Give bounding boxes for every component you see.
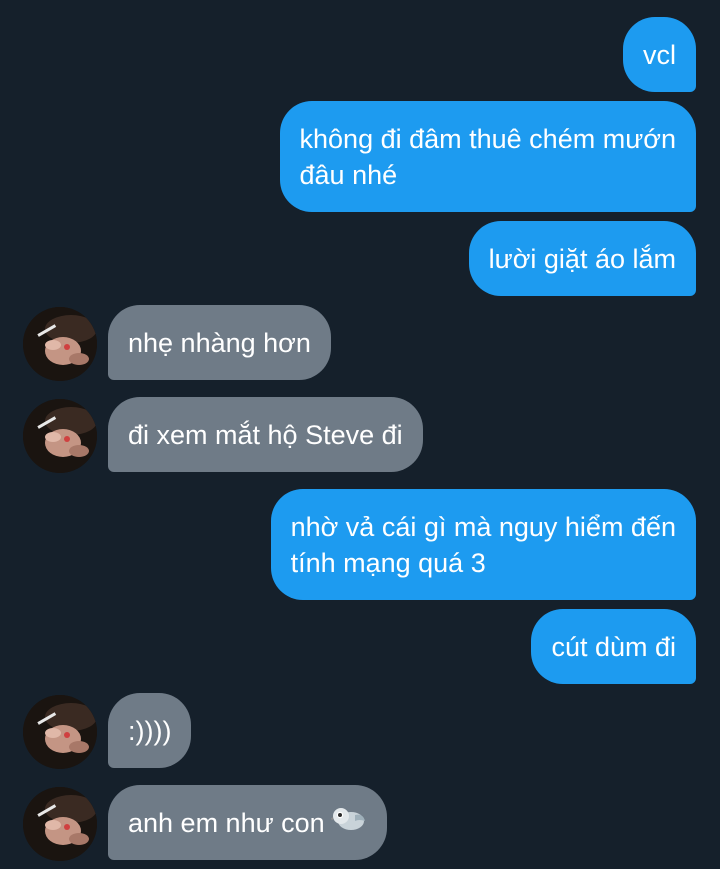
- message-text: vcl: [643, 39, 676, 70]
- message-text: :)))): [128, 715, 172, 746]
- contact-avatar[interactable]: [23, 307, 97, 381]
- sent-message-bubble[interactable]: vcl: [623, 17, 696, 92]
- message-text-line: đâu nhé: [299, 159, 398, 190]
- received-message-bubble[interactable]: anh em như con: [108, 785, 387, 860]
- message-text: lười giặt áo lắm: [488, 243, 676, 274]
- sent-message-bubble[interactable]: không đi đâm thuê chém mướn đâu nhé: [279, 101, 696, 212]
- message-row: :)))): [0, 693, 720, 769]
- received-message-bubble[interactable]: nhẹ nhàng hơn: [108, 305, 331, 380]
- message-row: vcl: [0, 17, 720, 92]
- message-row: lười giặt áo lắm: [0, 221, 720, 296]
- avatar-icon: [23, 307, 97, 381]
- avatar-icon: [23, 695, 97, 769]
- contact-avatar[interactable]: [23, 399, 97, 473]
- message-row: nhẹ nhàng hơn: [0, 305, 720, 381]
- message-row: đi xem mắt hộ Steve đi: [0, 397, 720, 473]
- avatar-icon: [23, 787, 97, 861]
- sent-message-bubble[interactable]: nhờ vả cái gì mà nguy hiểm đến tính mạng…: [270, 489, 696, 600]
- sent-message-bubble[interactable]: lười giặt áo lắm: [468, 221, 696, 296]
- message-text: nhẹ nhàng hơn: [128, 327, 311, 358]
- message-content: anh em như con: [128, 803, 367, 842]
- received-message-bubble[interactable]: đi xem mắt hộ Steve đi: [108, 397, 423, 472]
- message-text: anh em như con: [128, 807, 325, 838]
- message-text-line: không đi đâm thuê chém mướn: [299, 123, 676, 154]
- received-message-bubble[interactable]: :)))): [108, 693, 192, 768]
- message-row: không đi đâm thuê chém mướn đâu nhé: [0, 101, 720, 212]
- message-text-line: tính mạng quá 3: [290, 547, 486, 578]
- message-text: cút dùm đi: [551, 631, 676, 662]
- pigeon-emoji-icon: [329, 803, 367, 842]
- conversation-view: vcl không đi đâm thuê chém mướn đâu nhé …: [0, 0, 720, 869]
- sent-message-bubble[interactable]: cút dùm đi: [531, 609, 696, 684]
- message-row: cút dùm đi: [0, 609, 720, 684]
- contact-avatar[interactable]: [23, 695, 97, 769]
- message-text-line: nhờ vả cái gì mà nguy hiểm đến: [290, 511, 676, 542]
- contact-avatar[interactable]: [23, 787, 97, 861]
- message-text: đi xem mắt hộ Steve đi: [128, 419, 403, 450]
- message-row: anh em như con: [0, 785, 720, 861]
- avatar-icon: [23, 399, 97, 473]
- message-row: nhờ vả cái gì mà nguy hiểm đến tính mạng…: [0, 489, 720, 600]
